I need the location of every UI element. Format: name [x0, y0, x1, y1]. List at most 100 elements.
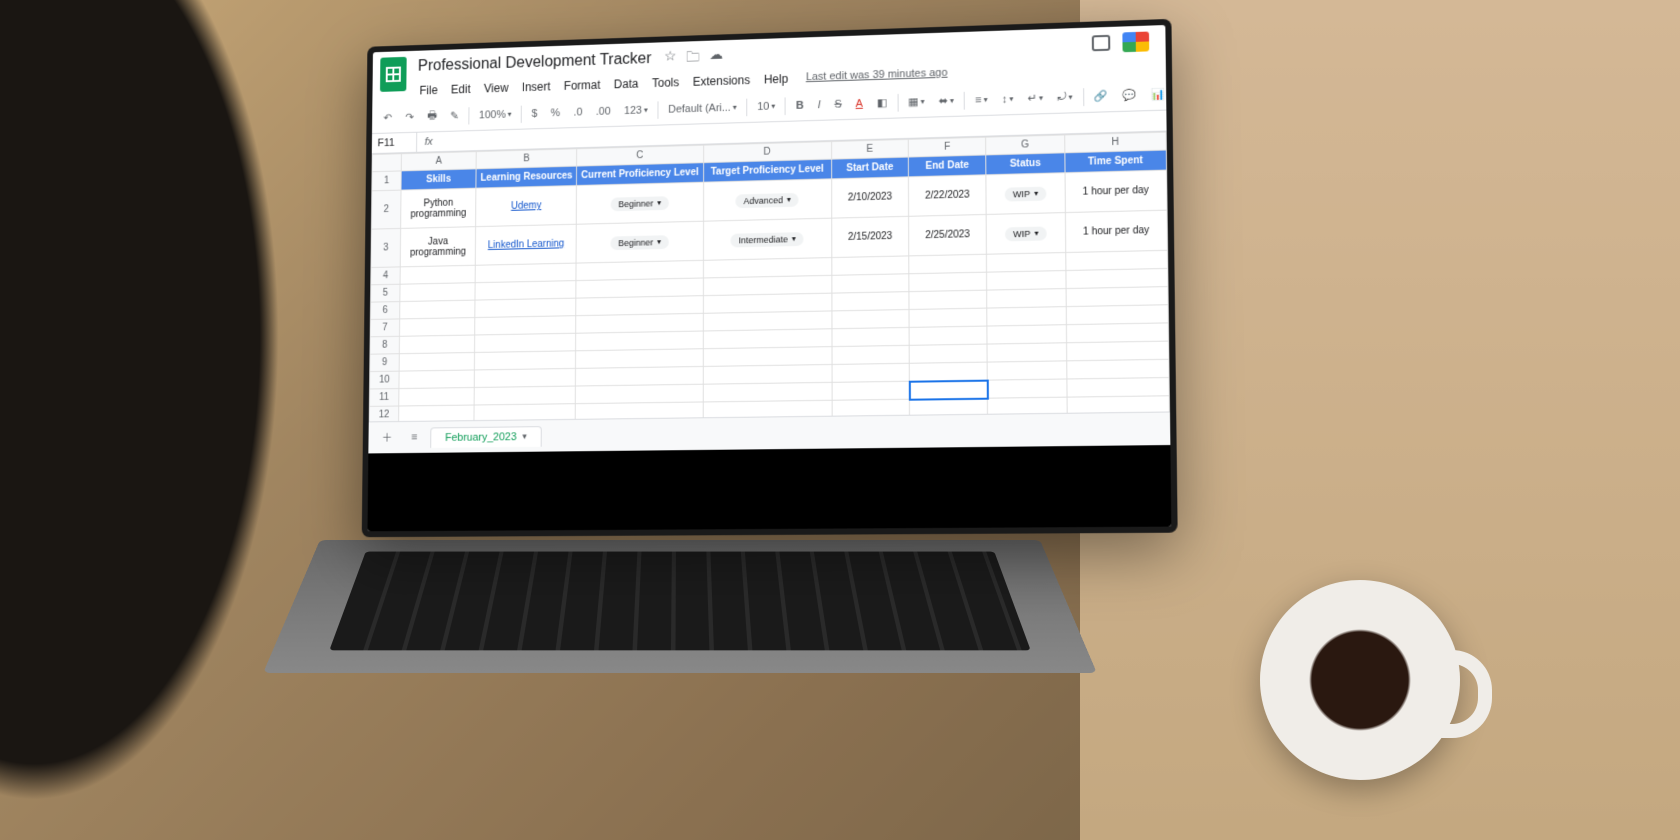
cell[interactable] [832, 256, 909, 275]
dropdown-chip[interactable]: WIP [1005, 186, 1047, 201]
cell[interactable] [399, 335, 475, 354]
row-header-7[interactable]: 7 [370, 319, 399, 337]
document-title[interactable]: Professional Development Tracker [414, 48, 655, 77]
column-header-A[interactable]: A [401, 152, 476, 171]
cell[interactable] [832, 310, 909, 329]
cell[interactable]: LinkedIn Learning [476, 224, 577, 265]
header-cell[interactable]: Learning Resources [476, 166, 577, 188]
menu-data[interactable]: Data [608, 74, 644, 94]
text-color-button[interactable]: A [852, 96, 867, 112]
dropdown-chip[interactable]: Intermediate [731, 232, 804, 247]
cell[interactable] [909, 344, 987, 363]
cell[interactable]: WIP [986, 213, 1065, 255]
row-header-3[interactable]: 3 [371, 229, 401, 268]
cell[interactable] [909, 326, 987, 345]
name-box[interactable]: F11 [372, 133, 417, 153]
cell[interactable] [475, 281, 576, 300]
cell[interactable] [475, 316, 576, 335]
cell[interactable] [475, 333, 576, 352]
row-header-12[interactable]: 12 [369, 406, 398, 421]
cell[interactable] [832, 328, 909, 347]
cell[interactable] [1066, 269, 1168, 289]
zoom-select[interactable]: 100% [475, 106, 515, 123]
menu-extensions[interactable]: Extensions [687, 70, 756, 92]
row-header-8[interactable]: 8 [370, 336, 399, 354]
row-header-5[interactable]: 5 [371, 284, 400, 302]
cell[interactable] [987, 307, 1066, 326]
row-header-4[interactable]: 4 [371, 267, 400, 285]
cloud-status-icon[interactable]: ☁ [709, 46, 723, 70]
cell[interactable] [703, 365, 832, 385]
cell[interactable] [987, 253, 1066, 273]
cell[interactable] [988, 379, 1067, 398]
column-header-F[interactable]: F [908, 137, 986, 157]
cell[interactable] [909, 290, 987, 309]
cell[interactable] [987, 289, 1066, 309]
cell[interactable] [703, 329, 832, 349]
header-cell[interactable]: Start Date [831, 157, 908, 179]
format-percent[interactable]: % [547, 105, 564, 121]
row-header-2[interactable]: 2 [371, 190, 401, 229]
header-cell[interactable]: Time Spent [1064, 150, 1166, 173]
font-select[interactable]: Default (Ari... [664, 99, 740, 117]
cell[interactable]: Advanced [703, 179, 831, 221]
cell[interactable]: WIP [986, 173, 1065, 215]
comments-icon[interactable] [1092, 35, 1111, 51]
cell[interactable] [576, 313, 703, 333]
redo-icon[interactable]: ↷ [401, 109, 417, 126]
format-currency[interactable]: $ [528, 106, 542, 122]
cell[interactable] [399, 370, 475, 389]
cell[interactable] [398, 405, 474, 421]
header-cell[interactable]: End Date [908, 155, 986, 177]
cell[interactable]: Python programming [401, 188, 477, 228]
cell[interactable] [987, 271, 1066, 291]
cell[interactable]: Beginner [576, 221, 703, 263]
cell[interactable]: Intermediate [703, 218, 832, 260]
cell[interactable] [1066, 305, 1169, 325]
row-header-11[interactable]: 11 [369, 389, 398, 407]
cell[interactable] [399, 353, 475, 372]
cell[interactable]: Beginner [576, 182, 703, 224]
cell[interactable] [832, 381, 910, 400]
cell[interactable] [475, 368, 576, 387]
print-icon[interactable]: 🖶 [423, 105, 441, 128]
menu-tools[interactable]: Tools [646, 73, 685, 94]
cell[interactable] [399, 318, 475, 337]
last-edit-link[interactable]: Last edit was 39 minutes ago [800, 64, 954, 89]
merge-icon[interactable]: ⬌ [935, 92, 958, 109]
cell[interactable]: 2/15/2023 [832, 216, 909, 257]
cell[interactable] [400, 283, 476, 302]
cell[interactable] [703, 311, 832, 331]
star-icon[interactable]: ☆ [664, 48, 676, 72]
dropdown-chip[interactable]: Advanced [736, 193, 799, 208]
cell[interactable] [400, 265, 476, 284]
cell[interactable] [987, 343, 1066, 362]
dropdown-chip[interactable]: Beginner [610, 196, 668, 211]
cell[interactable] [576, 331, 703, 351]
cell[interactable] [909, 272, 987, 291]
column-header-G[interactable]: G [986, 135, 1064, 155]
cell[interactable] [1066, 287, 1169, 307]
header-cell[interactable]: Status [986, 153, 1065, 175]
cell[interactable] [703, 382, 832, 402]
cell[interactable] [475, 351, 576, 370]
menu-insert[interactable]: Insert [516, 77, 556, 97]
cell[interactable] [703, 347, 832, 367]
chart-icon[interactable]: 📊 [1147, 86, 1167, 104]
undo-icon[interactable]: ↶ [380, 110, 396, 127]
cell[interactable] [399, 388, 475, 407]
cell[interactable] [909, 362, 987, 381]
v-align-icon[interactable]: ↕ [998, 91, 1018, 107]
header-cell[interactable]: Skills [401, 169, 476, 190]
row-header-10[interactable]: 10 [370, 371, 399, 389]
fill-color-icon[interactable]: ◧ [873, 94, 891, 111]
all-sheets-button[interactable]: ≡ [405, 428, 423, 448]
sheets-logo-icon[interactable] [380, 57, 407, 92]
comment-insert-icon[interactable]: 💬 [1118, 87, 1140, 105]
row-header-9[interactable]: 9 [370, 354, 399, 372]
more-formats[interactable]: 123 [620, 102, 651, 118]
cell[interactable] [909, 254, 987, 274]
spreadsheet-grid[interactable]: ABCDEFGH1SkillsLearning ResourcesCurrent… [369, 132, 1170, 422]
decrease-decimal[interactable]: .0 [570, 104, 587, 120]
cell[interactable] [475, 298, 576, 317]
